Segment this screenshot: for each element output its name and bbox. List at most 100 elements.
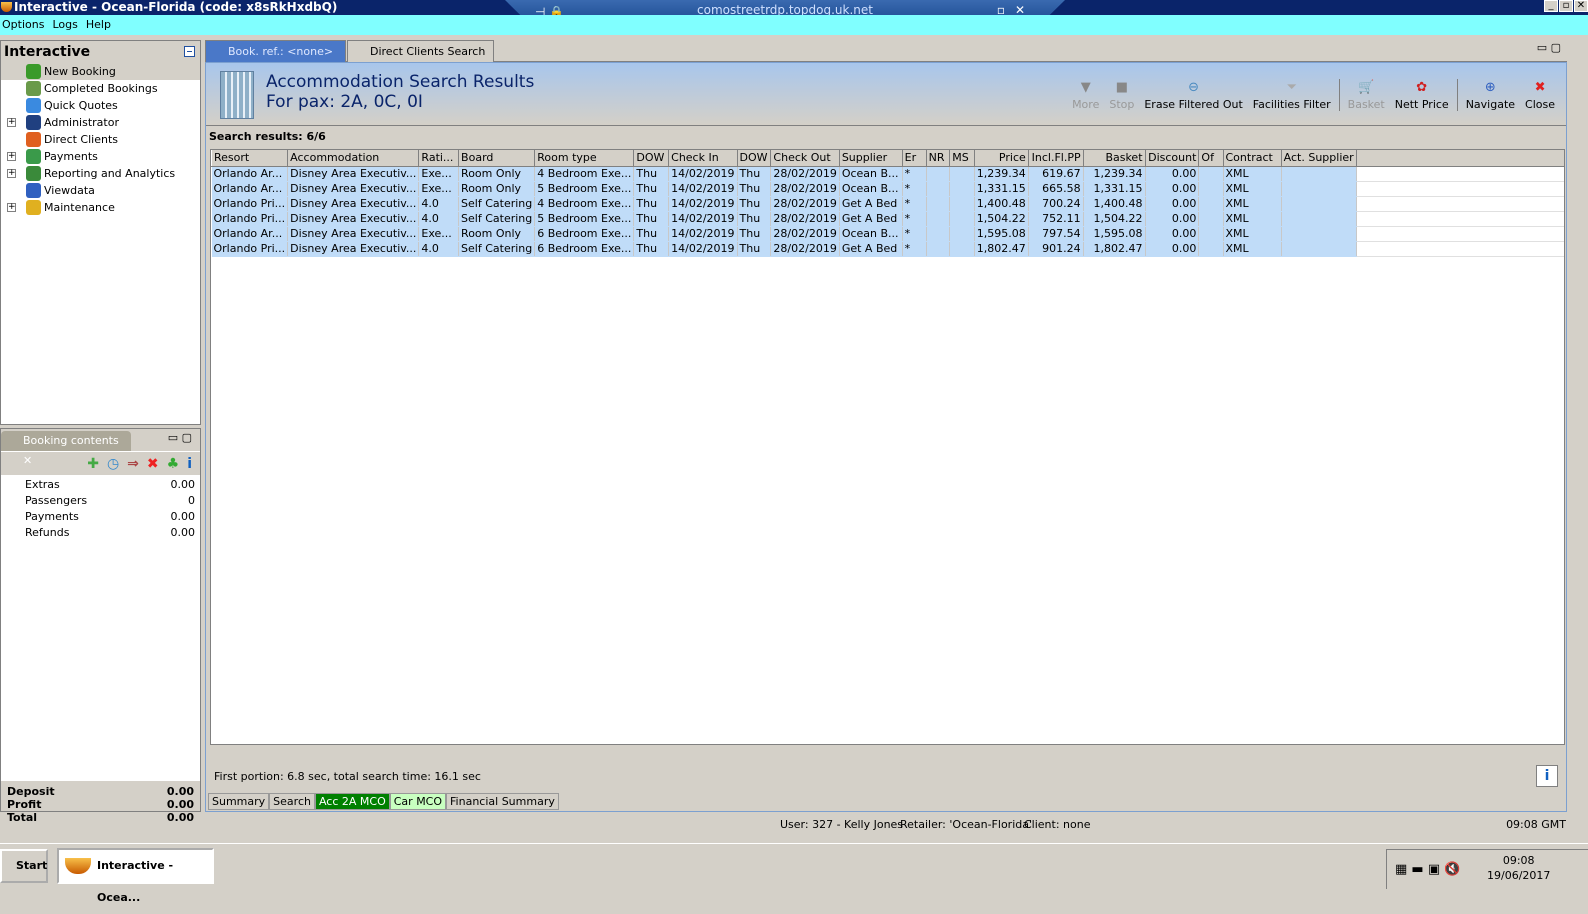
cell-accommodation: Disney Area Executiv... — [287, 166, 420, 182]
close-button[interactable]: ✖ Close — [1520, 80, 1560, 111]
table-row[interactable]: Orlando Pri... Disney Area Executiv... 4.0… — [211, 241, 1564, 257]
cart-move-icon[interactable]: ⇒ — [127, 456, 139, 472]
bottom-tab-car-mco[interactable]: Car MCO — [389, 793, 447, 810]
nav-item-new-booking[interactable]: New Booking — [1, 63, 200, 80]
collapse-pane-button[interactable] — [184, 46, 195, 57]
tool-label: Nett Price — [1394, 98, 1449, 111]
cell-dow: Thu — [737, 241, 772, 257]
booking-contents-tab[interactable]: Booking contents ✕ — [1, 431, 131, 467]
basket-button[interactable]: 🛒 Basket — [1343, 80, 1390, 111]
pane-window-controls[interactable]: ▭ ▢ — [168, 431, 192, 444]
column-header-resort[interactable]: Resort — [211, 150, 289, 167]
column-header-basket[interactable]: Basket — [1082, 150, 1146, 167]
close-window-button[interactable]: ✕ — [1574, 0, 1588, 12]
total-row-deposit: Deposit 0.00 — [7, 785, 194, 798]
close-icon[interactable]: ✕ — [23, 454, 32, 467]
column-header-dow[interactable]: DOW — [736, 150, 772, 167]
column-header-of[interactable]: Of — [1198, 150, 1224, 167]
table-row[interactable]: Orlando Ar... Disney Area Executiv... Exe.… — [211, 181, 1564, 197]
cell-er: * — [902, 226, 927, 242]
expand-icon[interactable]: + — [7, 169, 16, 178]
column-header-nr[interactable]: NR — [925, 150, 951, 167]
bottom-tab-search[interactable]: Search — [269, 793, 315, 810]
cell-dow: Thu — [737, 211, 772, 227]
nav-item-quick-quotes[interactable]: Quick Quotes — [1, 97, 200, 114]
cell-contract: XML — [1223, 226, 1282, 242]
column-header-accommodation[interactable]: Accommodation — [287, 150, 420, 167]
table-row[interactable]: Orlando Ar... Disney Area Executiv... Exe.… — [211, 166, 1564, 182]
column-header-er[interactable]: Er — [901, 150, 927, 167]
taskbar-item-interactive[interactable]: Interactive - Ocea... — [57, 848, 214, 904]
column-header-dow[interactable]: DOW — [633, 150, 670, 167]
menu-help[interactable]: Help — [86, 18, 111, 31]
column-header-board[interactable]: Board — [458, 150, 536, 167]
bottom-tab-financial-summary[interactable]: Financial Summary — [446, 793, 559, 810]
bottom-tab-acc-2a-mco[interactable]: Acc 2A MCO — [314, 793, 390, 810]
stop-button[interactable]: ■ Stop — [1104, 80, 1139, 111]
delete-icon[interactable]: ✖ — [147, 456, 159, 472]
nav-item-maintenance[interactable]: + Maintenance — [1, 199, 200, 216]
tab-booking-ref[interactable]: Book. ref.: <none> ✕ — [205, 40, 346, 80]
clock[interactable]: 09:08 19/06/2017 — [1487, 853, 1550, 883]
cell-price: 1,595.08 — [974, 226, 1029, 242]
bottom-tab-summary[interactable]: Summary — [208, 793, 270, 810]
start-button[interactable]: Start — [0, 849, 48, 883]
table-row[interactable]: Orlando Pri... Disney Area Executiv... 4.0… — [211, 211, 1564, 227]
menu-options[interactable]: Options — [2, 18, 44, 31]
expand-icon[interactable]: + — [7, 118, 16, 127]
minimize-button[interactable]: _ — [1544, 0, 1558, 12]
column-header-act-supplier[interactable]: Act. Supplier — [1280, 150, 1357, 167]
window-controls: _ ▫ ✕ — [1543, 0, 1588, 12]
nav-item-payments[interactable]: + Payments — [1, 148, 200, 165]
clock-time: 09:08 — [1502, 854, 1535, 867]
pax-subtitle: For pax: 2A, 0C, 0I — [266, 92, 423, 112]
column-header-check-out[interactable]: Check Out — [770, 150, 840, 167]
cell-rati: Exe... — [418, 226, 460, 242]
cell-dow: Thu — [737, 166, 772, 182]
restore-button[interactable]: ▫ — [1559, 0, 1573, 12]
tab-direct-clients-search[interactable]: Direct Clients Search — [347, 40, 494, 62]
table-row[interactable]: Orlando Ar... Disney Area Executiv... Exe.… — [211, 226, 1564, 242]
cell-basket: 1,802.47 — [1083, 241, 1146, 257]
column-header-contract[interactable]: Contract — [1222, 150, 1282, 167]
column-header-incl-fl-pp[interactable]: Incl.Fl.PP — [1027, 150, 1084, 167]
column-header-rati[interactable]: Rati... — [418, 150, 460, 167]
column-header-price[interactable]: Price — [973, 150, 1029, 167]
menu-logs[interactable]: Logs — [52, 18, 77, 31]
column-header-room-type[interactable]: Room type — [534, 150, 635, 167]
column-header-supplier[interactable]: Supplier — [838, 150, 903, 167]
expand-icon[interactable]: + — [7, 152, 16, 161]
doc-window-controls[interactable]: ▭ ▢ — [1537, 41, 1561, 54]
nett-price-button[interactable]: ✿ Nett Price — [1390, 80, 1454, 111]
nav-item-viewdata[interactable]: Viewdata — [1, 182, 200, 199]
cell-contract: XML — [1223, 241, 1282, 257]
tray-icons[interactable]: ▦ ▬ ▣ 🔇 — [1395, 862, 1460, 877]
facilities-filter-button[interactable]: ⏷ Facilities Filter — [1248, 80, 1336, 111]
cell-act-supplier — [1281, 181, 1357, 197]
toolbar-separator — [1456, 79, 1458, 111]
add-icon[interactable]: ✚ — [87, 456, 99, 472]
navigate-button[interactable]: ⊕ Navigate — [1461, 80, 1520, 111]
column-header-discount[interactable]: Discount — [1144, 150, 1200, 167]
client-label: Client: none — [1024, 818, 1091, 831]
column-header-ms[interactable]: MS — [949, 150, 975, 167]
search-time-status: First portion: 6.8 sec, total search tim… — [214, 770, 481, 783]
table-row[interactable]: Orlando Pri... Disney Area Executiv... 4.0… — [211, 196, 1564, 212]
palm-icon[interactable]: ♣ — [167, 456, 180, 472]
more-button[interactable]: ▼ More — [1067, 80, 1104, 111]
nav-item-completed-bookings[interactable]: Completed Bookings — [1, 80, 200, 97]
stop-icon: ■ — [1115, 80, 1128, 95]
erase-filtered-out-button[interactable]: ⊖ Erase Filtered Out — [1139, 80, 1247, 111]
nav-item-administrator[interactable]: + Administrator — [1, 114, 200, 131]
info-icon[interactable]: i — [187, 456, 192, 472]
nav-item-reporting-and-analytics[interactable]: + Reporting and Analytics — [1, 165, 200, 182]
cell-discount: 0.00 — [1145, 181, 1200, 197]
info-button[interactable]: i — [1536, 765, 1558, 787]
cell-discount: 0.00 — [1145, 226, 1200, 242]
expand-icon[interactable]: + — [7, 203, 16, 212]
clock-icon[interactable]: ◷ — [107, 456, 119, 472]
cell-dow: Thu — [633, 196, 670, 212]
column-header-check-in[interactable]: Check In — [668, 150, 738, 167]
window-title: Interactive - Ocean-Florida (code: x8sRk… — [14, 0, 338, 14]
nav-item-direct-clients[interactable]: Direct Clients — [1, 131, 200, 148]
